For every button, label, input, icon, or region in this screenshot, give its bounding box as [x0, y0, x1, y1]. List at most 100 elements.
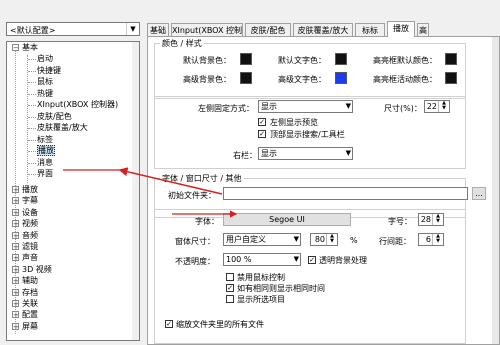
chevron-down-icon: ▼: [345, 102, 351, 110]
show-select-checkbox[interactable]: [226, 295, 234, 303]
tab-0[interactable]: 基础: [147, 23, 169, 36]
tree-item-label: 标签: [37, 134, 53, 144]
default-bg-swatch[interactable]: [240, 53, 252, 65]
size-spinner[interactable]: 22 ▲ ▼: [424, 100, 450, 113]
tree-item-top[interactable]: 滤镜: [22, 241, 38, 252]
chevron-down-icon: ▼: [293, 235, 299, 243]
left-fixed-dropdown[interactable]: 显示 ▼: [258, 100, 353, 113]
tree-item-top[interactable]: 设备: [22, 207, 38, 218]
tree-item-label: 界面: [37, 169, 53, 178]
right-bar-dropdown[interactable]: 显示 ▼: [258, 147, 353, 160]
expand-icon[interactable]: +: [12, 243, 19, 251]
window-pct-spinner[interactable]: 80 ▲ ▼: [310, 233, 338, 246]
tree-item-label: XInput(XBOX 控制器): [37, 100, 119, 109]
settings-tree[interactable]: − 基本 启动快捷键 鼠标 热键 XInput(XBOX 控制器) 皮肤/配色 皮肤覆盖/…: [6, 41, 140, 341]
disable-mouse-checkbox[interactable]: [226, 273, 234, 281]
tree-line: [28, 82, 36, 83]
tab-4[interactable]: 标标: [355, 23, 385, 36]
highlight-default-swatch[interactable]: [445, 53, 457, 65]
font-button[interactable]: Segoe UI: [223, 213, 351, 226]
tab-6[interactable]: 高: [417, 23, 429, 36]
tree-item-top[interactable]: 屏幕: [22, 321, 38, 332]
tree-item-label: 字幕: [22, 196, 38, 206]
transparent-bg-label: 透明背景处理: [319, 256, 367, 265]
tree-item-label: 播放: [22, 185, 38, 194]
tree-item-label: 启动: [37, 54, 53, 63]
expand-icon[interactable]: +: [12, 220, 19, 228]
tree-line: [27, 55, 28, 183]
scale-all-label: 缩放文件夹里的所有文件: [176, 320, 264, 329]
init-folder-input[interactable]: [223, 187, 468, 200]
tab-5[interactable]: 播放: [387, 21, 415, 37]
show-time-checkbox[interactable]: ✓: [226, 284, 234, 292]
tree-item-top[interactable]: 配置: [22, 309, 38, 320]
tree-item-top[interactable]: 3D 视频: [22, 264, 52, 275]
window-size-dropdown[interactable]: 用户自定义 ▼: [223, 233, 301, 246]
tree-item-basic-child[interactable]: 播放: [37, 145, 55, 156]
expand-icon[interactable]: +: [12, 254, 19, 262]
spin-arrows-icon[interactable]: ▲ ▼: [432, 214, 443, 225]
opacity-dropdown[interactable]: 100 % ▼: [223, 253, 301, 266]
tree-item-basic-child[interactable]: 皮肤/配色: [37, 111, 72, 122]
line-spacing-spinner[interactable]: 6 ▲ ▼: [418, 233, 444, 246]
tab-3[interactable]: 皮肤覆盖/放大: [293, 23, 353, 36]
tab-2[interactable]: 皮肤/配色: [245, 23, 291, 36]
collapse-icon[interactable]: −: [12, 44, 19, 52]
tree-line: [28, 116, 36, 118]
spin-arrows-icon[interactable]: ▲ ▼: [432, 234, 443, 245]
tree-item-label: 快捷键: [37, 65, 61, 75]
top-toolbar-checkbox[interactable]: ✓: [258, 130, 266, 138]
size-label: 尺寸(%)：: [384, 104, 422, 113]
left-preview-checkbox[interactable]: ✓: [258, 118, 266, 126]
expand-icon[interactable]: +: [12, 311, 19, 319]
tree-item-top[interactable]: 存档: [22, 287, 38, 298]
colors-group: [154, 43, 466, 99]
tree-item-top[interactable]: 声音: [22, 252, 38, 263]
expand-icon[interactable]: +: [12, 300, 19, 308]
transparent-bg-checkbox[interactable]: ✓: [308, 256, 316, 264]
spin-arrows-icon[interactable]: ▲ ▼: [438, 101, 449, 112]
advanced-bg-swatch[interactable]: [240, 72, 252, 84]
default-text-swatch[interactable]: [335, 53, 347, 65]
opacity-label: 不透明度：: [175, 257, 215, 266]
expand-icon[interactable]: +: [12, 322, 19, 330]
tree-item-basic[interactable]: 基本: [22, 42, 38, 53]
tree-item-top[interactable]: 视频: [22, 218, 38, 229]
tree-item-basic-child[interactable]: 鼠标: [37, 76, 53, 87]
tab-1[interactable]: XInput(XBOX 控制器): [171, 23, 243, 48]
expand-icon[interactable]: +: [12, 197, 19, 205]
spin-arrows-icon[interactable]: ▲ ▼: [326, 234, 337, 245]
expand-icon[interactable]: +: [12, 288, 19, 296]
tree-item-basic-child[interactable]: XInput(XBOX 控制器): [37, 99, 118, 110]
tree-item-label: 声音: [22, 253, 38, 263]
expand-icon[interactable]: +: [12, 231, 19, 239]
expand-icon[interactable]: +: [12, 265, 19, 273]
tree-item-basic-child[interactable]: 界面: [37, 168, 53, 179]
tree-item-basic-child[interactable]: 热键: [37, 88, 53, 99]
tree-scrollbar[interactable]: [132, 42, 139, 340]
tree-item-top[interactable]: 字幕: [22, 195, 38, 206]
expand-icon[interactable]: +: [12, 186, 19, 194]
profile-dropdown[interactable]: <默认配置> ▼: [6, 22, 140, 36]
tree-item-top[interactable]: 辅助: [22, 275, 38, 286]
browse-button[interactable]: ...: [472, 187, 486, 200]
tree-item-basic-child[interactable]: 快捷键: [37, 65, 61, 76]
tree-item-top[interactable]: 关联: [22, 298, 38, 309]
tree-line: [28, 93, 36, 95]
expand-icon[interactable]: +: [12, 277, 19, 285]
tree-line: [28, 139, 36, 141]
tree-item-basic-child[interactable]: 消息: [37, 157, 53, 168]
tree-item-basic-child[interactable]: 标签: [37, 134, 53, 145]
tree-item-basic-child[interactable]: 启动: [37, 53, 53, 64]
panel-scrollbar[interactable]: [492, 37, 499, 344]
scale-all-checkbox[interactable]: ✓: [165, 320, 173, 328]
expand-icon[interactable]: +: [12, 208, 19, 216]
tree-item-top[interactable]: 播放: [22, 184, 38, 195]
advanced-text-swatch[interactable]: [335, 72, 347, 84]
tree-item-top[interactable]: 音频: [22, 230, 38, 241]
highlight-active-swatch[interactable]: [445, 72, 457, 84]
tree-item-label: 设备: [22, 207, 38, 217]
font-size-spinner[interactable]: 28 ▲ ▼: [418, 213, 444, 226]
profile-dropdown-value: <默认配置>: [10, 26, 56, 35]
tree-item-basic-child[interactable]: 皮肤覆盖/放大: [37, 122, 88, 133]
